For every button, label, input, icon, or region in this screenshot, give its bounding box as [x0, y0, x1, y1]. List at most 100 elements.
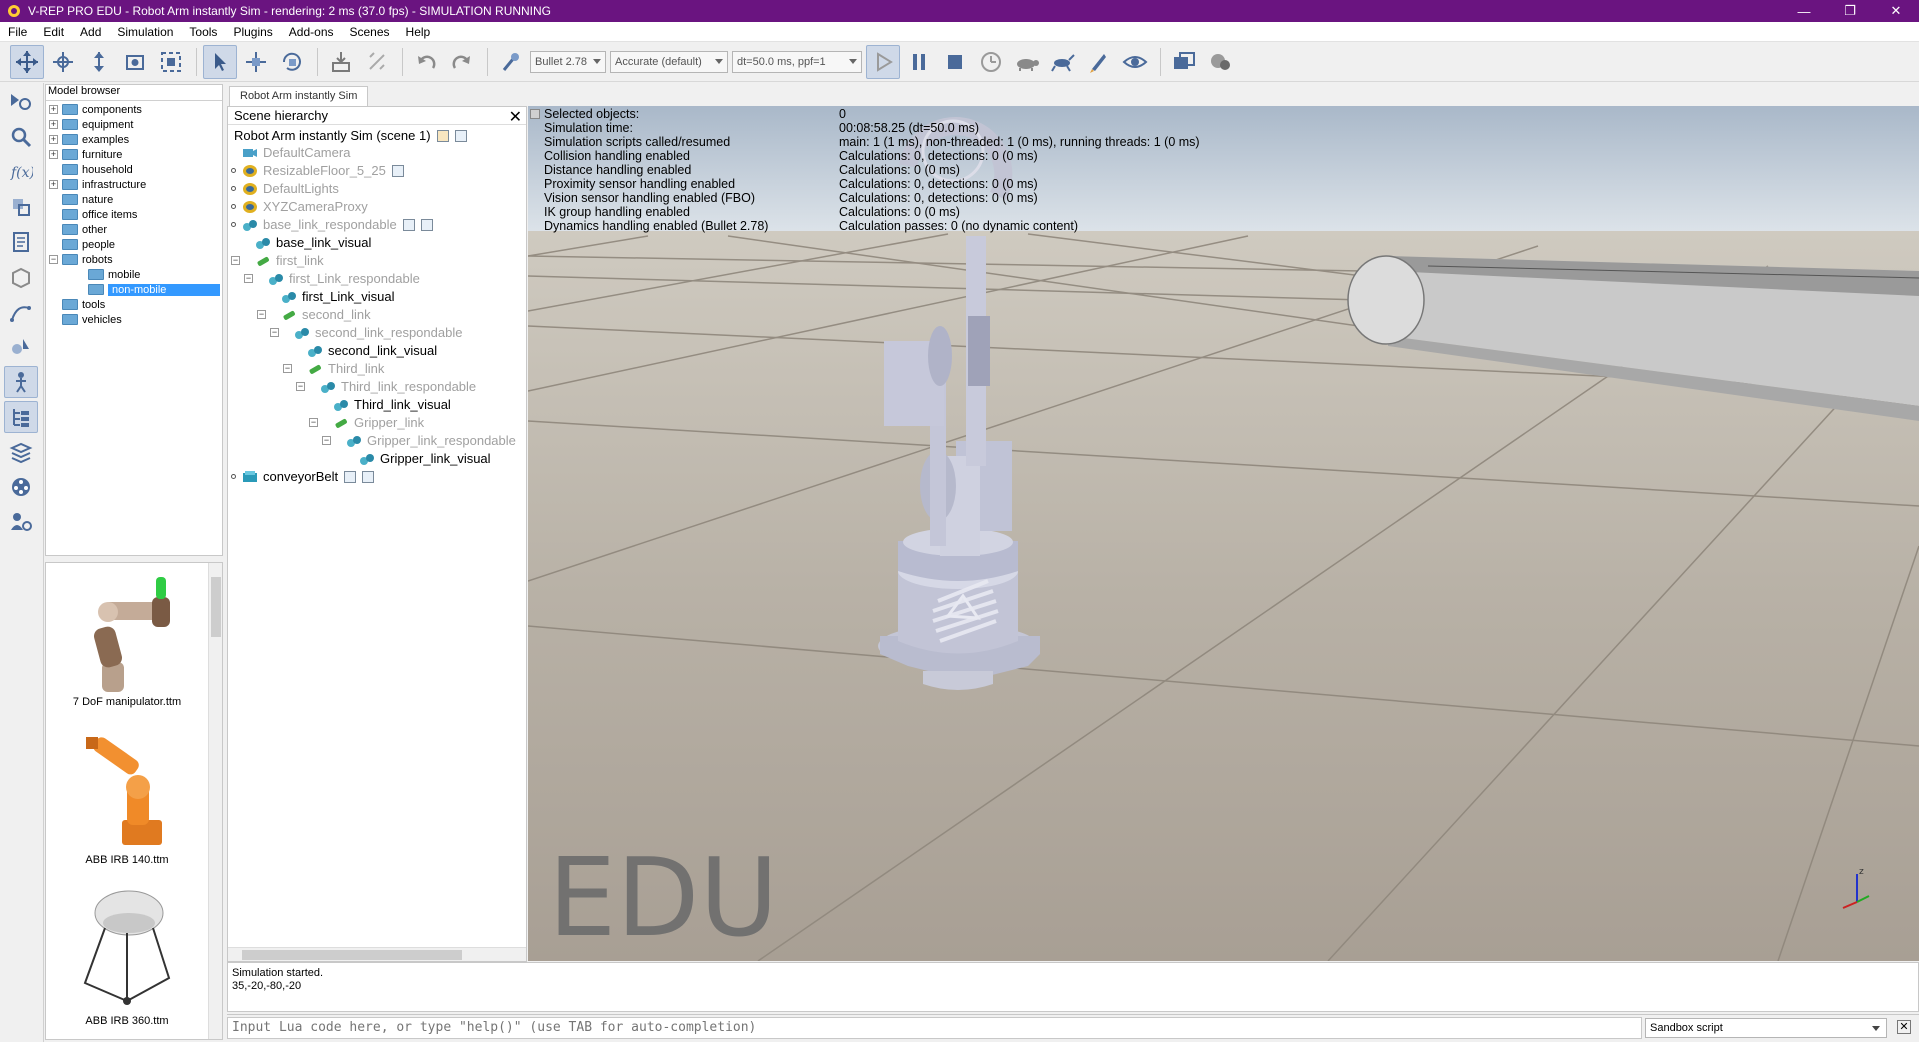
- menu-plugins[interactable]: Plugins: [225, 25, 280, 39]
- close-icon[interactable]: ✕: [509, 107, 522, 127]
- selection-icon[interactable]: [4, 331, 38, 363]
- tree-item[interactable]: XYZCameraProxy: [231, 198, 368, 215]
- stop-simulation-icon[interactable]: [938, 45, 972, 79]
- fit-to-view-icon[interactable]: [154, 45, 188, 79]
- collapse-icon[interactable]: −: [296, 382, 305, 391]
- collapse-icon[interactable]: −: [231, 256, 240, 265]
- expand-dot-icon[interactable]: [231, 204, 236, 209]
- tree-item[interactable]: DefaultLights: [231, 180, 339, 197]
- script-icon[interactable]: [402, 218, 415, 231]
- menu-help[interactable]: Help: [398, 25, 439, 39]
- tree-item[interactable]: − second_link: [257, 306, 371, 323]
- tree-item[interactable]: − first_link: [231, 252, 324, 269]
- expand-icon[interactable]: +: [49, 105, 58, 114]
- scene-root[interactable]: Robot Arm instantly Sim (scene 1): [234, 127, 467, 144]
- path-edit-icon[interactable]: [4, 296, 38, 328]
- close-window-icon[interactable]: ✕: [1873, 0, 1919, 22]
- tree-item[interactable]: second_link_visual: [307, 342, 437, 359]
- tree-item[interactable]: base_link_respondable: [231, 216, 433, 233]
- customization-script-icon[interactable]: [420, 218, 433, 231]
- expand-icon[interactable]: +: [49, 180, 58, 189]
- model-folder-people[interactable]: people: [46, 237, 222, 252]
- accuracy-select[interactable]: Accurate (default): [610, 50, 728, 73]
- scene-hierarchy-toggle-icon[interactable]: [4, 401, 38, 433]
- model-folder-mobile[interactable]: mobile: [46, 267, 222, 282]
- menu-scenes[interactable]: Scenes: [342, 25, 398, 39]
- menu-tools[interactable]: Tools: [181, 25, 225, 39]
- pause-simulation-icon[interactable]: [902, 45, 936, 79]
- physics-engine-select[interactable]: Bullet 2.78: [530, 50, 606, 73]
- expand-dot-icon[interactable]: [231, 186, 236, 191]
- collapse-icon[interactable]: −: [257, 310, 266, 319]
- tree-item[interactable]: − Gripper_link: [309, 414, 424, 431]
- expand-dot-icon[interactable]: [231, 168, 236, 173]
- slow-down-icon[interactable]: [1010, 45, 1044, 79]
- stats-collapse-toggle[interactable]: [530, 109, 540, 119]
- tree-item[interactable]: DefaultCamera: [242, 144, 350, 161]
- tree-item[interactable]: − Third_link_respondable: [296, 378, 476, 395]
- lua-command-input[interactable]: [227, 1016, 1642, 1039]
- thumbnails-scrollbar[interactable]: [208, 563, 222, 1039]
- collapse-icon[interactable]: −: [322, 436, 331, 445]
- script-icon[interactable]: [436, 129, 449, 142]
- tree-item[interactable]: − first_Link_respondable: [244, 270, 420, 287]
- undo-icon[interactable]: [409, 45, 443, 79]
- model-folder-vehicles[interactable]: vehicles: [46, 312, 222, 327]
- model-folder-furniture[interactable]: + furniture: [46, 147, 222, 162]
- collections-icon[interactable]: [4, 191, 38, 223]
- model-folder-other[interactable]: other: [46, 222, 222, 237]
- model-folder-infrastructure[interactable]: + infrastructure: [46, 177, 222, 192]
- scrollbar-thumb[interactable]: [211, 577, 221, 637]
- model-folder-non-mobile[interactable]: non-mobile: [46, 282, 222, 297]
- tree-item[interactable]: − Third_link: [283, 360, 384, 377]
- layers-icon[interactable]: [4, 436, 38, 468]
- expand-icon[interactable]: +: [49, 150, 58, 159]
- customization-script-icon[interactable]: [362, 470, 375, 483]
- model-thumbnail[interactable]: ABB IRB 140.ttm: [46, 725, 208, 866]
- menu-file[interactable]: File: [0, 25, 35, 39]
- model-folder-components[interactable]: + components: [46, 102, 222, 117]
- model-folder-equipment[interactable]: + equipment: [46, 117, 222, 132]
- user-settings-icon[interactable]: [4, 506, 38, 538]
- timestep-select[interactable]: dt=50.0 ms, ppf=1: [732, 50, 862, 73]
- threaded-rendering-icon[interactable]: [1082, 45, 1116, 79]
- hierarchy-horizontal-scrollbar[interactable]: [228, 947, 526, 961]
- redo-icon[interactable]: [445, 45, 479, 79]
- expand-icon[interactable]: +: [49, 135, 58, 144]
- menu-add[interactable]: Add: [72, 25, 109, 39]
- model-thumbnail[interactable]: 7 DoF manipulator.ttm: [46, 567, 208, 708]
- customization-script-icon[interactable]: [454, 129, 467, 142]
- realtime-clock-icon[interactable]: [974, 45, 1008, 79]
- model-thumbnail[interactable]: ABB IRB 360.ttm: [46, 883, 208, 1027]
- tree-item[interactable]: − second_link_respondable: [270, 324, 462, 341]
- simulation-settings-icon[interactable]: [4, 86, 38, 118]
- tree-item[interactable]: ResizableFloor_5_25: [231, 162, 404, 179]
- visualization-toggle-icon[interactable]: [1118, 45, 1152, 79]
- model-browser-toggle-icon[interactable]: [4, 366, 38, 398]
- video-recorder-icon[interactable]: [4, 471, 38, 503]
- camera-pan-icon[interactable]: [10, 44, 44, 79]
- scrollbar-thumb[interactable]: [242, 950, 462, 960]
- start-simulation-icon[interactable]: [866, 44, 900, 79]
- model-folder-nature[interactable]: nature: [46, 192, 222, 207]
- camera-opening-icon[interactable]: [118, 45, 152, 79]
- script-type-select[interactable]: Sandbox script: [1645, 1018, 1887, 1038]
- scene-selector-icon[interactable]: [1203, 45, 1237, 79]
- script-icon[interactable]: [344, 470, 357, 483]
- script-icon[interactable]: [391, 164, 404, 177]
- expand-dot-icon[interactable]: [231, 222, 236, 227]
- tree-item[interactable]: − Gripper_link_respondable: [322, 432, 516, 449]
- expand-dot-icon[interactable]: [231, 474, 236, 479]
- object-rotate-icon[interactable]: [275, 45, 309, 79]
- assemble-icon[interactable]: [324, 45, 358, 79]
- expand-icon[interactable]: +: [49, 120, 58, 129]
- collapse-icon[interactable]: −: [244, 274, 253, 283]
- speed-up-icon[interactable]: [1046, 45, 1080, 79]
- minimize-icon[interactable]: —: [1781, 0, 1827, 22]
- dynamics-toggle-icon[interactable]: [494, 45, 528, 79]
- tree-item[interactable]: conveyorBelt: [231, 468, 375, 485]
- collapse-icon[interactable]: −: [49, 255, 58, 264]
- model-folder-office-items[interactable]: office items: [46, 207, 222, 222]
- model-folder-tools[interactable]: tools: [46, 297, 222, 312]
- collapse-icon[interactable]: −: [270, 328, 279, 337]
